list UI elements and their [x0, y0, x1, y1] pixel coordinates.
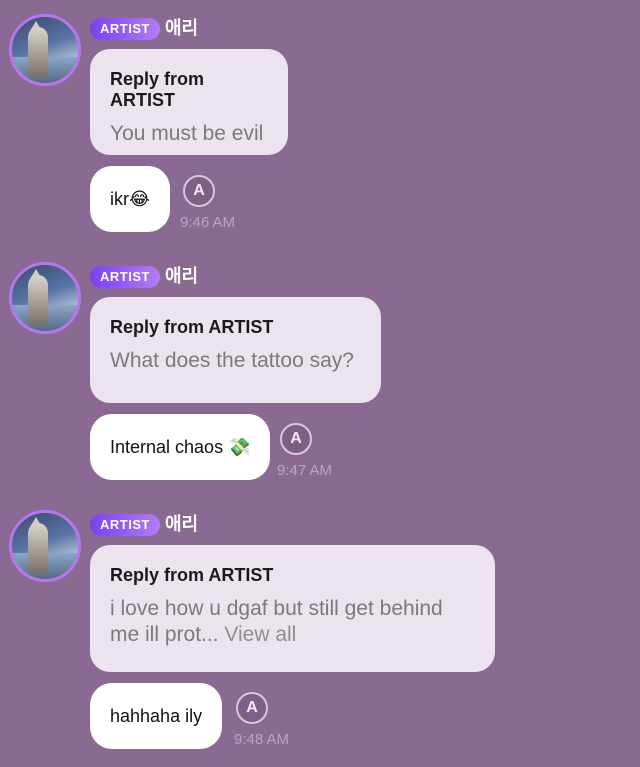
avatar-image-cat [28, 27, 48, 77]
message-bubble[interactable]: ikr😂 [90, 166, 171, 232]
sender-name: 애리 [165, 514, 199, 534]
reply-text: i love how u dgaf but still get behind m… [110, 597, 443, 646]
reply-bubble[interactable]: Reply from ARTIST What does the tattoo s… [90, 297, 381, 403]
reply-title: Reply from ARTIST [110, 69, 205, 110]
message-bubble[interactable]: Internal chaos 💸 [90, 414, 271, 480]
view-all-link[interactable]: View all [219, 623, 296, 646]
artist-badge: ARTIST [90, 514, 160, 536]
translate-icon[interactable]: A [183, 175, 215, 207]
reply-text: You must be evil [110, 122, 264, 145]
reply-text: What does the tattoo say? [110, 349, 354, 372]
sender-name: 애리 [165, 266, 199, 286]
reply-title: Reply from ARTIST [110, 317, 274, 337]
avatar-image-cat [28, 275, 48, 325]
sender-name: 애리 [165, 18, 199, 38]
artist-badge: ARTIST [90, 18, 160, 40]
reply-bubble[interactable]: Reply from ARTIST You must be evil [90, 49, 288, 155]
message-bubble[interactable]: hahhaha ily [90, 683, 223, 749]
avatar-image-cat [28, 523, 48, 573]
avatar[interactable] [9, 510, 81, 582]
reply-bubble[interactable]: Reply from ARTIST i love how u dgaf but … [90, 545, 495, 672]
timestamp: 9:47 AM [277, 462, 333, 479]
timestamp: 9:48 AM [234, 731, 290, 748]
reply-title: Reply from ARTIST [110, 565, 274, 585]
avatar[interactable] [9, 262, 81, 334]
translate-icon[interactable]: A [236, 692, 268, 724]
translate-icon[interactable]: A [280, 423, 312, 455]
avatar[interactable] [9, 14, 81, 86]
artist-badge: ARTIST [90, 266, 160, 288]
timestamp: 9:46 AM [180, 214, 236, 231]
